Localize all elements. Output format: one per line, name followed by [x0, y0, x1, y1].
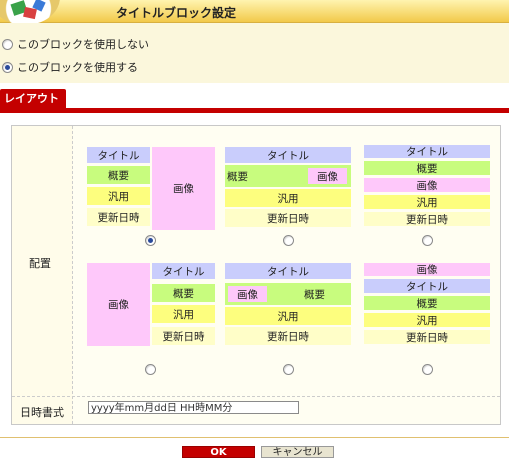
- title-block: タイトル: [225, 147, 351, 163]
- summary-label: 概要: [227, 170, 248, 183]
- date-block: 更新日時: [87, 208, 150, 226]
- layout-radio-3[interactable]: [422, 235, 433, 246]
- general-block: 汎用: [225, 189, 351, 207]
- image-block: 画像: [152, 147, 215, 230]
- app-logo-icon: [0, 0, 60, 25]
- layout-radio-2[interactable]: [283, 235, 294, 246]
- radio-option-disable[interactable]: このブロックを使用しない: [2, 36, 149, 52]
- block-usage-group: このブロックを使用しない このブロックを使用する: [0, 23, 509, 83]
- image-block: 画像: [228, 286, 267, 302]
- layout-label: 配置: [29, 257, 51, 270]
- date-block: 更新日時: [225, 209, 351, 227]
- summary-block: 概要: [87, 166, 150, 184]
- date-block: 更新日時: [364, 212, 490, 226]
- general-block: 汎用: [364, 313, 490, 327]
- summary-block: 概要: [152, 284, 215, 302]
- dialog-title: タイトルブロック設定: [116, 6, 237, 20]
- layout-panel: 配置 日時書式 タイトル 概要 汎用 更新日時 画像 タイトル 概要 画像 汎用…: [11, 125, 501, 425]
- image-block: 画像: [364, 263, 490, 276]
- date-format-input[interactable]: yyyy年mm月dd日 HH時MM分: [88, 401, 299, 414]
- row-divider: [12, 396, 500, 397]
- layout-radio-1[interactable]: [145, 235, 156, 246]
- dialog-header: タイトルブロック設定: [0, 0, 509, 25]
- radio-label: このブロックを使用する: [17, 61, 138, 74]
- title-block: タイトル: [364, 279, 490, 293]
- title-block: タイトル: [152, 263, 215, 279]
- general-block: 汎用: [87, 187, 150, 205]
- image-block: 画像: [308, 168, 347, 184]
- radio-label: このブロックを使用しない: [17, 38, 149, 51]
- summary-block: 概要: [364, 296, 490, 310]
- label-column: [12, 126, 73, 424]
- date-format-label: 日時書式: [20, 406, 64, 419]
- general-block: 汎用: [364, 195, 490, 209]
- tab-underline: [0, 108, 509, 113]
- image-block: 画像: [87, 263, 150, 346]
- image-block: 画像: [364, 178, 490, 192]
- layout-radio-5[interactable]: [283, 364, 294, 375]
- title-block: タイトル: [87, 147, 150, 163]
- date-block: 更新日時: [152, 327, 215, 345]
- layout-radio-6[interactable]: [422, 364, 433, 375]
- summary-label: 概要: [304, 288, 325, 301]
- title-block: タイトル: [225, 263, 351, 279]
- cancel-button[interactable]: キャンセル: [261, 446, 334, 458]
- general-block: 汎用: [152, 305, 215, 323]
- radio-button[interactable]: [2, 61, 13, 73]
- general-block: 汎用: [225, 307, 351, 325]
- date-block: 更新日時: [364, 330, 490, 344]
- ok-button[interactable]: OK: [182, 446, 255, 458]
- layout-radio-4[interactable]: [145, 364, 156, 375]
- footer-divider: [0, 437, 509, 438]
- radio-option-enable[interactable]: このブロックを使用する: [2, 59, 138, 75]
- date-block: 更新日時: [225, 327, 351, 345]
- summary-block: 概要: [364, 161, 490, 175]
- radio-button[interactable]: [2, 38, 13, 50]
- title-block: タイトル: [364, 145, 490, 158]
- tab-layout[interactable]: レイアウト: [0, 89, 66, 109]
